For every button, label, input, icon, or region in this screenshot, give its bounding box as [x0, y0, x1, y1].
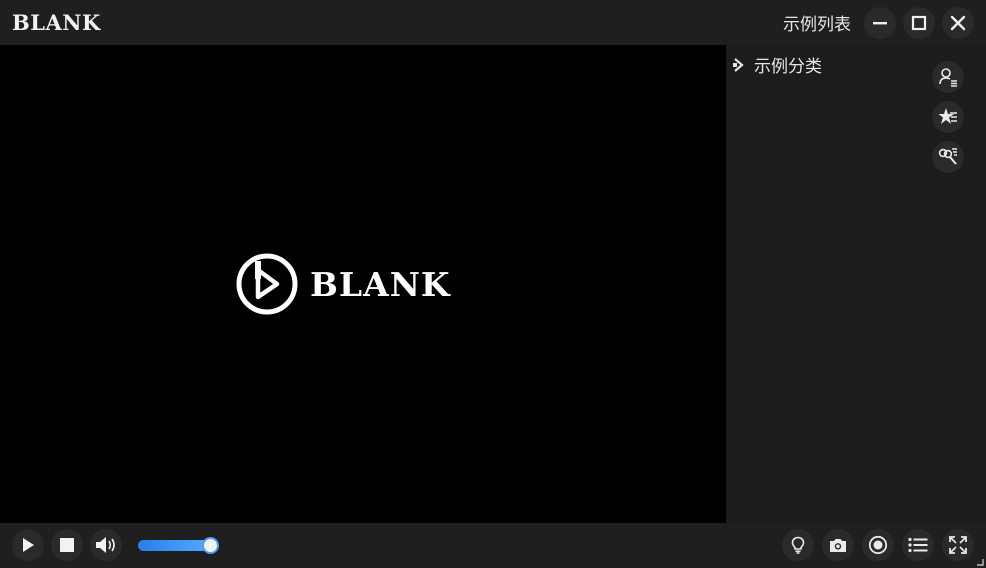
close-icon [950, 15, 966, 30]
volume-handle[interactable] [202, 537, 219, 554]
starred-list-icon [938, 108, 957, 124]
play-circle-logo-icon [236, 253, 298, 315]
minimize-button[interactable] [864, 6, 896, 39]
stop-button[interactable] [51, 529, 83, 561]
user-list-button[interactable] [932, 61, 964, 93]
title-actions: 示例列表 [783, 6, 974, 39]
search-list-icon [938, 148, 957, 165]
example-category[interactable]: 示例分类 [732, 52, 822, 77]
volume-icon [96, 537, 115, 553]
record-button[interactable] [862, 529, 894, 561]
light-button[interactable] [782, 529, 814, 561]
app-logo: BLANK [12, 10, 101, 35]
maximize-icon [911, 15, 927, 30]
user-list-icon [939, 68, 957, 87]
example-list-link[interactable]: 示例列表 [783, 10, 851, 35]
minimize-icon [873, 21, 887, 24]
screenshot-button[interactable] [822, 529, 854, 561]
resize-grip-icon[interactable] [976, 558, 984, 566]
search-list-button[interactable] [932, 141, 964, 173]
example-sidebar: 示例分类 [726, 45, 986, 523]
video-area[interactable]: BLANK [0, 45, 726, 523]
record-icon [868, 535, 888, 555]
playlist-button[interactable] [902, 529, 934, 561]
title-bar: BLANK 示例列表 [0, 0, 986, 45]
starred-list-button[interactable] [932, 101, 964, 133]
control-bar [0, 523, 986, 568]
play-icon [23, 538, 34, 552]
fullscreen-button[interactable] [942, 529, 974, 561]
player-logo-text: BLANK [310, 264, 451, 304]
light-bulb-icon [791, 536, 805, 554]
maximize-button[interactable] [903, 6, 935, 39]
volume-fill [138, 540, 210, 551]
example-category-label: 示例分类 [754, 57, 822, 77]
playlist-icon [908, 537, 928, 553]
camera-icon [830, 539, 846, 552]
sidebar-tools [932, 61, 964, 173]
chevron-right-icon [733, 57, 744, 72]
volume-slider[interactable] [138, 537, 220, 554]
play-button[interactable] [12, 529, 44, 561]
player-logo: BLANK [236, 253, 451, 315]
volume-button[interactable] [90, 529, 122, 561]
fullscreen-icon [949, 536, 967, 554]
stop-icon [60, 538, 74, 552]
close-button[interactable] [942, 6, 974, 39]
